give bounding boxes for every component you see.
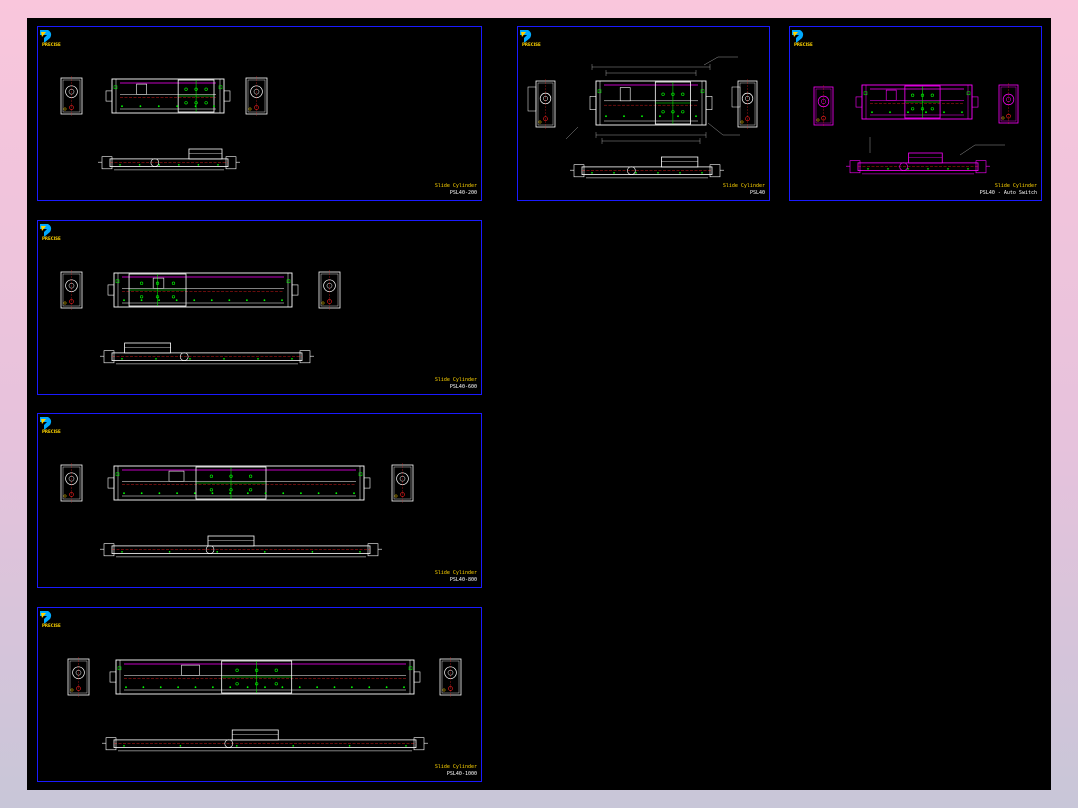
side-view bbox=[102, 729, 428, 752]
end-view bbox=[439, 657, 462, 697]
sheet-drawing-psl40-800 bbox=[60, 463, 414, 558]
side-view bbox=[98, 148, 240, 171]
end-view bbox=[67, 657, 90, 697]
sheet-model: PSL40-200 bbox=[449, 190, 477, 196]
top-view bbox=[109, 659, 421, 695]
top-view bbox=[105, 78, 231, 114]
sheet-title: Slide Cylinder bbox=[434, 764, 477, 770]
side-view bbox=[846, 152, 990, 175]
end-view bbox=[318, 270, 341, 310]
title-block: Slide Cylinder PSL40-600 bbox=[435, 377, 477, 391]
title-block: Slide Cylinder PSL40 bbox=[723, 183, 765, 197]
drawing-sheet-psl40-dimensioned[interactable]: PRECISE Slide Cylinder PSL40 bbox=[517, 26, 770, 201]
drawing-sheet-psl40-1000[interactable]: PRECISE Slide Cylinder PSL40-1000 bbox=[37, 607, 482, 782]
brand-text: PRECISE bbox=[794, 42, 813, 47]
end-view bbox=[60, 76, 83, 116]
sheet-title: Slide Cylinder bbox=[434, 570, 477, 576]
sheet-title: Slide Cylinder bbox=[722, 183, 765, 189]
sheet-drawing-psl40-auto-switch bbox=[813, 83, 1019, 175]
sheet-model: PSL40 - Auto Switch bbox=[979, 190, 1037, 196]
drawing-sheet-psl40-600[interactable]: PRECISE Slide Cylinder PSL40-600 bbox=[37, 220, 482, 395]
end-view bbox=[737, 79, 758, 129]
end-view bbox=[998, 83, 1019, 125]
end-view bbox=[813, 85, 834, 127]
side-view bbox=[100, 535, 382, 558]
sheet-model: PSL40-1000 bbox=[446, 771, 477, 777]
cad-drawing-canvas[interactable]: PRECISE Slide Cylinder PSL40-200 PRECISE… bbox=[27, 18, 1051, 790]
drawing-sheet-psl40-200[interactable]: PRECISE Slide Cylinder PSL40-200 bbox=[37, 26, 482, 201]
sheet-model: PSL40-800 bbox=[449, 577, 477, 583]
switch-leaders bbox=[869, 137, 1005, 156]
drawing-sheet-psl40-auto-switch[interactable]: PRECISE Slide Cylinder PSL40 - Auto Swit… bbox=[789, 26, 1042, 201]
title-block: Slide Cylinder PSL40 - Auto Switch bbox=[980, 183, 1037, 197]
brand-text: PRECISE bbox=[42, 429, 61, 434]
top-view bbox=[855, 84, 979, 120]
dimension-line bbox=[605, 70, 697, 76]
dimension-line bbox=[591, 64, 711, 70]
sheet-drawing-psl40-1000 bbox=[67, 657, 462, 752]
end-view bbox=[535, 79, 556, 129]
sheet-title: Slide Cylinder bbox=[434, 377, 477, 383]
sheet-drawing-psl40-dimensioned bbox=[527, 56, 758, 179]
brand-text: PRECISE bbox=[42, 623, 61, 628]
brand-text: PRECISE bbox=[522, 42, 541, 47]
brand-text: PRECISE bbox=[42, 42, 61, 47]
sheet-title: Slide Cylinder bbox=[434, 183, 477, 189]
end-view bbox=[60, 270, 83, 310]
top-view bbox=[589, 80, 713, 126]
side-view bbox=[570, 156, 724, 179]
top-view bbox=[107, 465, 371, 501]
drawing-sheet-psl40-800[interactable]: PRECISE Slide Cylinder PSL40-800 bbox=[37, 413, 482, 588]
dimension-line bbox=[595, 132, 707, 138]
title-block: Slide Cylinder PSL40-1000 bbox=[435, 764, 477, 778]
end-view bbox=[245, 76, 268, 116]
end-view bbox=[391, 463, 414, 503]
top-view bbox=[107, 272, 299, 308]
sheet-drawing-psl40-600 bbox=[60, 270, 341, 365]
sheet-model: PSL40-600 bbox=[449, 384, 477, 390]
sheet-drawing-psl40-200 bbox=[60, 76, 268, 171]
leader-lines bbox=[527, 56, 741, 140]
dimension-line bbox=[601, 138, 701, 144]
brand-text: PRECISE bbox=[42, 236, 61, 241]
sheet-title: Slide Cylinder bbox=[994, 183, 1037, 189]
end-view bbox=[60, 463, 83, 503]
side-view bbox=[100, 342, 314, 365]
sheet-model: PSL40 bbox=[749, 190, 765, 196]
title-block: Slide Cylinder PSL40-800 bbox=[435, 570, 477, 584]
title-block: Slide Cylinder PSL40-200 bbox=[435, 183, 477, 197]
